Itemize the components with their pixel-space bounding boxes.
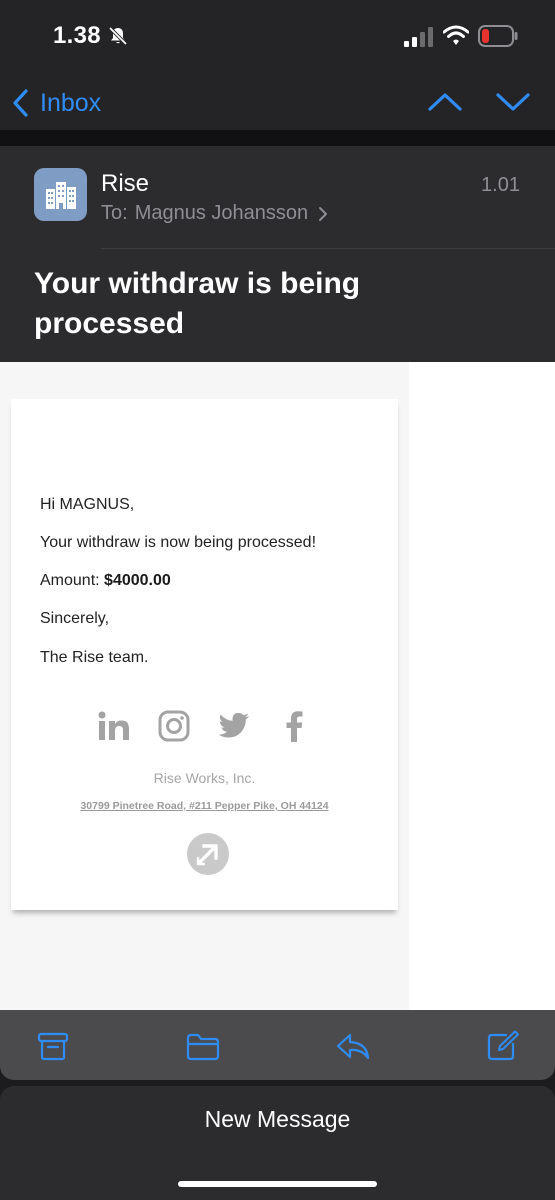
email-canvas: Hi MAGNUS, Your withdraw is now being pr…: [0, 362, 409, 1010]
chevron-right-icon: [319, 206, 328, 221]
greeting: Hi MAGNUS,: [40, 496, 135, 513]
amount-line: Amount: $4000.00: [40, 572, 171, 590]
amount-value: $4000.00: [104, 572, 171, 589]
recipient-row[interactable]: To: Magnus Johansson: [101, 202, 328, 225]
reply-icon[interactable]: [335, 1030, 371, 1062]
instagram-icon[interactable]: [157, 709, 191, 743]
company-address-link[interactable]: 30799 Pinetree Road, #211 Pepper Pike, O…: [11, 800, 398, 812]
status-time: 1.38: [53, 22, 101, 49]
home-indicator: [178, 1181, 377, 1187]
new-message-title: New Message: [204, 1106, 351, 1132]
folder-icon[interactable]: [185, 1030, 221, 1062]
rise-logo: [187, 833, 229, 875]
wifi-icon: [443, 25, 469, 45]
message-header: Rise To: Magnus Johansson 1.01 Your with…: [0, 146, 555, 362]
company-name: Rise Works, Inc.: [153, 770, 256, 786]
sender-name[interactable]: Rise: [101, 170, 149, 198]
amount-label: Amount:: [40, 572, 100, 589]
bell-slash-icon: [108, 26, 128, 46]
rise-arrow-icon: [196, 844, 218, 866]
message-toolbar: [0, 1010, 555, 1080]
email-body: Hi MAGNUS, Your withdraw is now being pr…: [0, 362, 555, 1010]
chevron-left-icon: [13, 89, 28, 117]
back-label: Inbox: [40, 88, 102, 117]
processing-message: Your withdraw is now being processed!: [40, 534, 317, 551]
back-to-inbox-button[interactable]: Inbox: [12, 83, 101, 123]
twitter-icon[interactable]: [217, 709, 251, 743]
social-links: [97, 706, 311, 746]
email-card: Hi MAGNUS, Your withdraw is now being pr…: [11, 399, 398, 910]
to-label: To:: [101, 202, 128, 224]
header-divider: [101, 248, 555, 249]
compose-icon[interactable]: [485, 1030, 521, 1062]
navigation-bar: Inbox: [0, 75, 555, 130]
team-signature: The Rise team.: [40, 649, 149, 666]
battery-low-icon: [478, 25, 518, 47]
new-message-sheet[interactable]: New Message: [0, 1086, 555, 1200]
divider: [0, 130, 555, 146]
sent-time: 1.01: [481, 174, 520, 196]
status-bar: 1.38: [0, 0, 555, 75]
previous-message-chevron-up-icon[interactable]: [427, 87, 463, 117]
recipient-name: Magnus Johansson: [134, 202, 309, 224]
cellular-signal-icon: [404, 27, 433, 47]
building-icon: [45, 181, 76, 209]
sender-avatar: [34, 168, 87, 221]
archive-icon[interactable]: [35, 1030, 71, 1062]
facebook-icon[interactable]: [277, 709, 311, 743]
linkedin-icon[interactable]: [97, 709, 131, 743]
signoff: Sincerely,: [40, 610, 110, 627]
message-subject: Your withdraw is being processed: [34, 267, 361, 340]
next-message-chevron-down-icon[interactable]: [495, 87, 531, 117]
